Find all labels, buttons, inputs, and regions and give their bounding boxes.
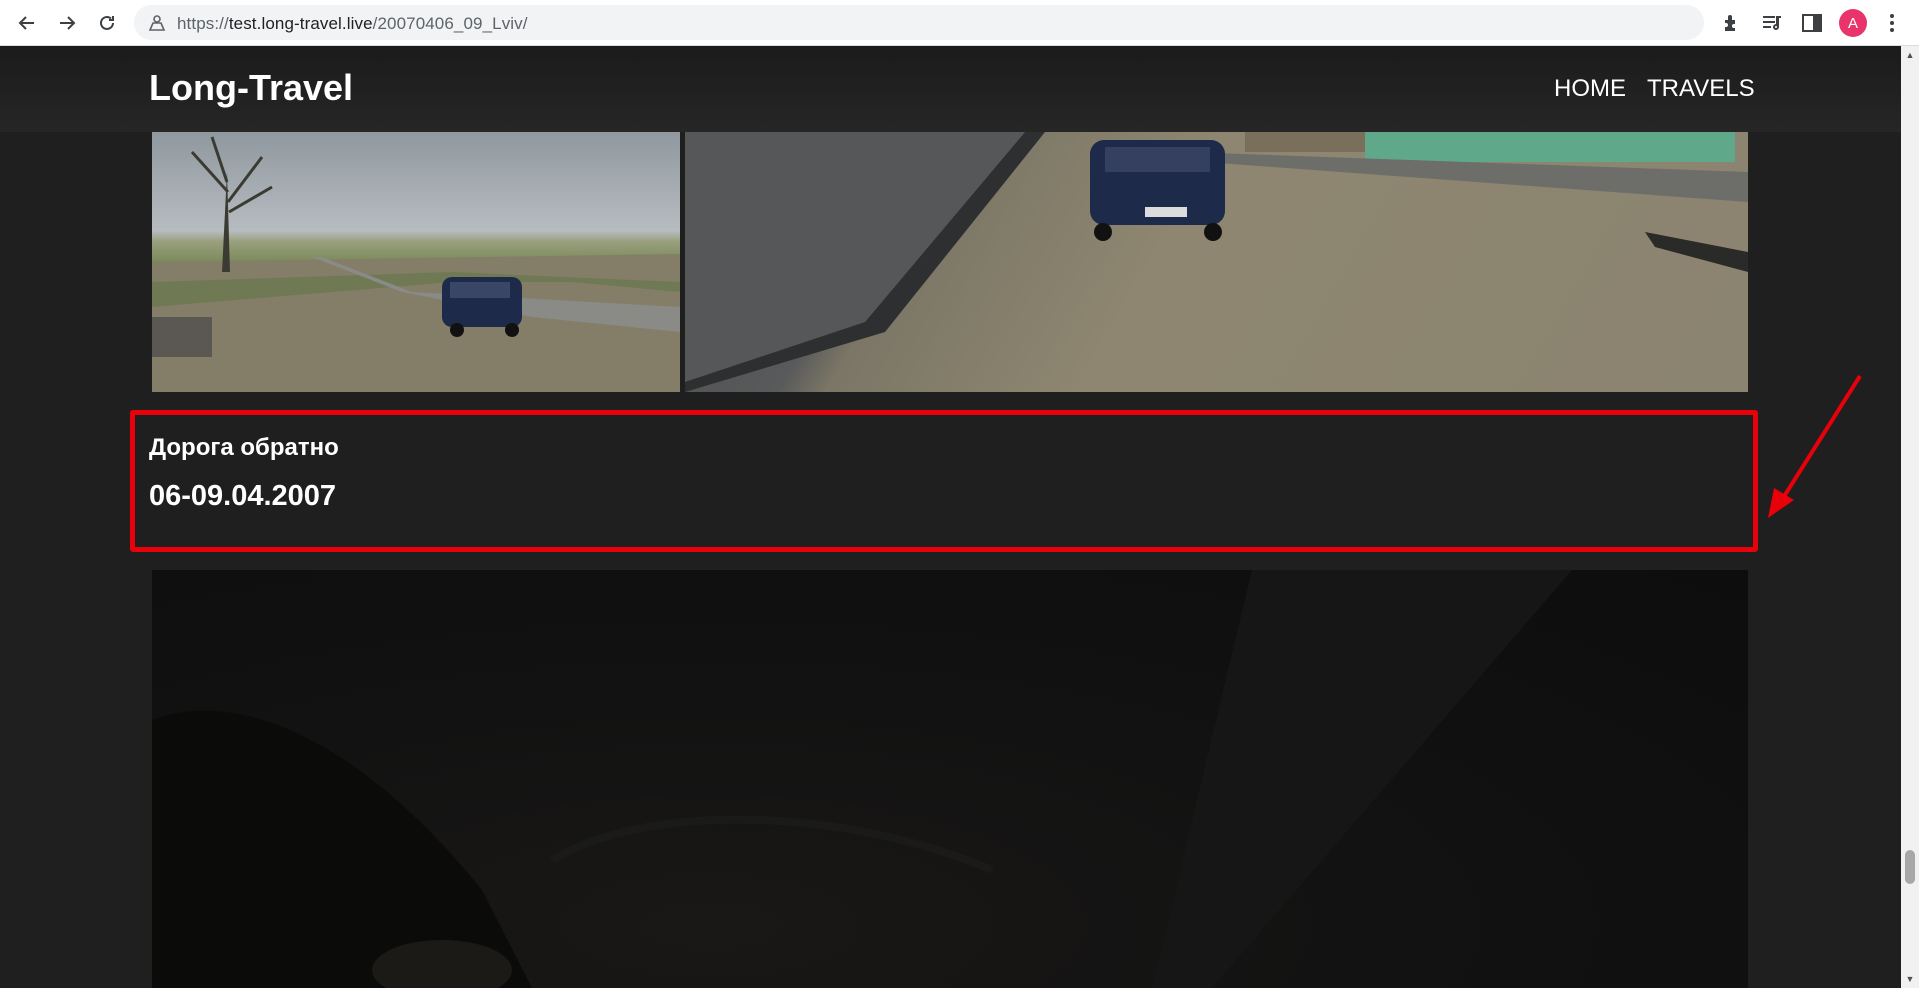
photo-scene bbox=[152, 136, 680, 392]
section-date: 06-09.04.2007 bbox=[149, 480, 337, 512]
address-bar[interactable]: https://test.long-travel.live/20070406_0… bbox=[134, 5, 1704, 40]
side-panel-icon[interactable] bbox=[1800, 11, 1824, 35]
site-brand[interactable]: Long-Travel bbox=[149, 67, 353, 109]
nav-home[interactable]: HOME bbox=[1554, 75, 1626, 103]
scroll-up-icon[interactable]: ▲ bbox=[1905, 50, 1915, 60]
more-menu-icon[interactable] bbox=[1880, 10, 1904, 36]
highlight-box bbox=[130, 410, 1758, 552]
site-header: Long-Travel HOME TRAVELS bbox=[0, 46, 1901, 132]
browser-toolbar: https://test.long-travel.live/20070406_0… bbox=[0, 0, 1919, 46]
forward-button[interactable] bbox=[50, 7, 84, 39]
nav-travels[interactable]: TRAVELS bbox=[1647, 75, 1755, 103]
scrollbar-thumb[interactable] bbox=[1905, 850, 1915, 884]
extensions-icon[interactable] bbox=[1720, 11, 1744, 35]
gallery-photo[interactable] bbox=[152, 570, 1748, 988]
arrow-left-icon bbox=[18, 16, 34, 30]
reload-button[interactable] bbox=[90, 7, 124, 39]
gallery-photo[interactable] bbox=[152, 132, 680, 392]
section-title: Дорога обратно bbox=[149, 434, 339, 461]
back-button[interactable] bbox=[10, 7, 44, 39]
scroll-down-icon[interactable]: ▼ bbox=[1905, 974, 1915, 984]
reading-list-icon[interactable] bbox=[1760, 11, 1784, 35]
reload-icon bbox=[100, 15, 114, 30]
gallery-photo[interactable] bbox=[685, 132, 1748, 392]
profile-avatar[interactable]: A bbox=[1839, 9, 1867, 37]
photo-scene bbox=[152, 570, 1572, 988]
arrow-right-icon bbox=[60, 16, 76, 30]
page-scrollbar[interactable]: ▲ ▼ bbox=[1901, 46, 1919, 988]
avatar-initial: A bbox=[1847, 14, 1858, 32]
url-text[interactable]: https://test.long-travel.live/20070406_0… bbox=[177, 14, 528, 34]
annotation-arrow-icon bbox=[1768, 374, 1862, 518]
photo-scene bbox=[685, 132, 1748, 392]
site-info-icon[interactable] bbox=[148, 14, 166, 32]
page-viewport: Long-Travel HOME TRAVELS Дорога обратно … bbox=[0, 46, 1901, 988]
